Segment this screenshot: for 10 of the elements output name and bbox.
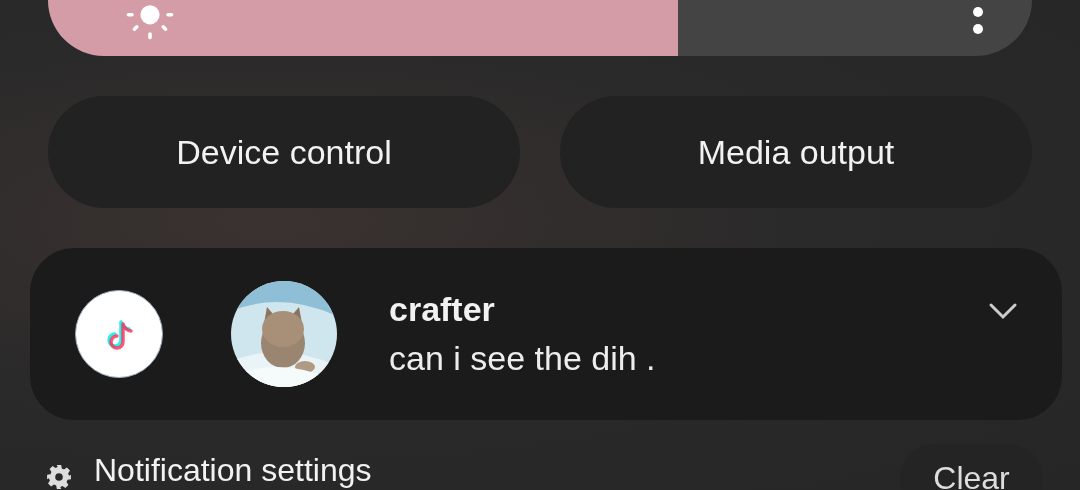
- notification-card[interactable]: crafter can i see the dih .: [30, 248, 1062, 420]
- message-text: can i see the dih .: [389, 339, 657, 378]
- chevron-icon[interactable]: [988, 302, 1018, 320]
- settings-icon[interactable]: [46, 464, 72, 490]
- more-options-icon[interactable]: [972, 4, 984, 36]
- sender-name: crafter: [389, 290, 496, 329]
- control-button[interactable]: Media output: [560, 96, 1032, 208]
- control-button[interactable]: Device control: [48, 96, 520, 208]
- clear-button[interactable]: Clear: [900, 444, 1043, 490]
- notification-settings-link[interactable]: Notification settings: [94, 453, 900, 489]
